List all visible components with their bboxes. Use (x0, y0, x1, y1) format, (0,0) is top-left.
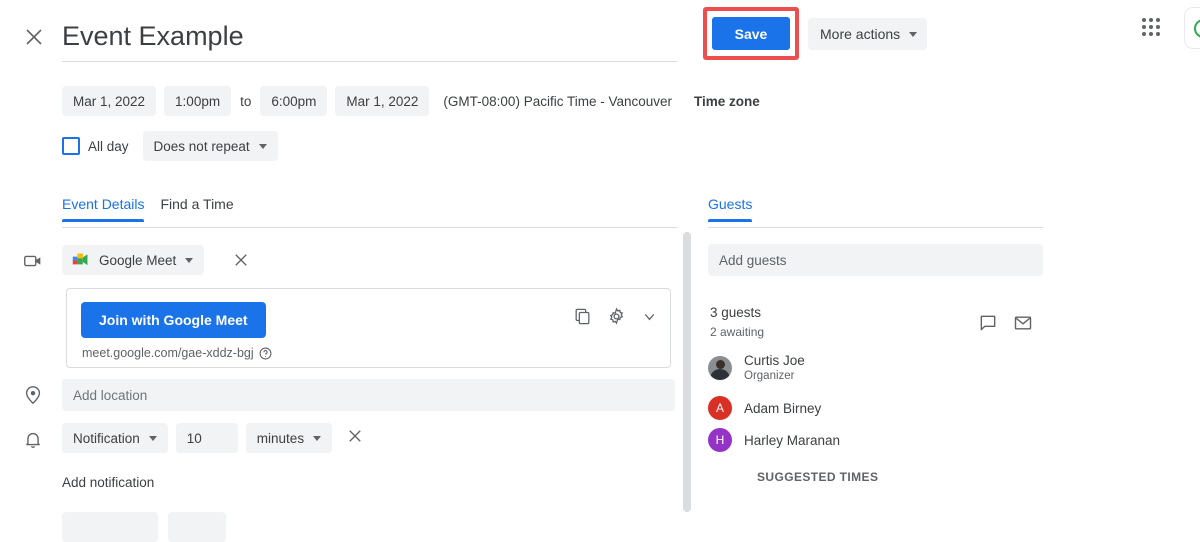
bottom-pill-left[interactable] (62, 512, 158, 542)
chevron-down-icon (313, 435, 322, 441)
right-tabs: Guests (708, 196, 753, 222)
help-circle-icon[interactable] (259, 347, 272, 360)
more-actions-button[interactable]: More actions (808, 18, 928, 50)
guest-awaiting-label: 2 awaiting (710, 325, 765, 339)
remove-notification-button[interactable] (346, 427, 364, 450)
recurrence-select[interactable]: Does not repeat (142, 131, 278, 161)
end-time-field[interactable]: 6:00pm (260, 86, 328, 116)
notification-amount-input[interactable] (175, 423, 238, 453)
apps-grid-icon[interactable] (1140, 16, 1162, 38)
avatar: A (708, 396, 732, 420)
guest-header-actions (978, 313, 1033, 333)
chevron-down-icon[interactable] (641, 308, 658, 325)
end-date-field[interactable]: Mar 1, 2022 (335, 86, 430, 116)
guest-name: Harley Maranan (744, 432, 841, 448)
conference-provider-select[interactable]: Google Meet (62, 245, 205, 275)
event-title-input[interactable]: Event Example (62, 18, 677, 62)
to-label: to (240, 93, 252, 109)
meet-link-row: meet.google.com/gae-xddz-bgj (82, 346, 272, 360)
copy-icon[interactable] (573, 307, 592, 326)
timezone-button[interactable]: Time zone (694, 94, 760, 109)
start-time-field[interactable]: 1:00pm (164, 86, 232, 116)
chevron-down-icon (185, 257, 194, 263)
left-panel-scrollbar[interactable] (683, 232, 691, 512)
guest-name: Adam Birney (744, 400, 822, 416)
allday-row: All day Does not repeat (62, 131, 278, 161)
conference-provider-label: Google Meet (99, 252, 177, 268)
notification-type-select[interactable]: Notification (62, 423, 168, 453)
guest-count-label: 3 guests (710, 305, 762, 320)
meet-details-card: Join with Google Meet meet.google.com/ga… (66, 288, 671, 368)
bottom-pill-right[interactable] (168, 512, 226, 542)
left-tabs: Event Details Find a Time (62, 196, 234, 222)
tab-find-a-time[interactable]: Find a Time (160, 196, 233, 222)
notification-unit-select[interactable]: minutes (245, 423, 333, 453)
more-actions-label: More actions (820, 26, 901, 42)
avatar-initial: A (715, 401, 724, 415)
location-input[interactable] (62, 379, 675, 411)
datetime-row: Mar 1, 2022 1:00pm to 6:00pm Mar 1, 2022… (62, 86, 760, 116)
chevron-down-icon (258, 143, 267, 149)
close-icon[interactable] (22, 25, 46, 49)
video-camera-icon (22, 250, 44, 272)
event-title-wrap: Event Example (62, 18, 677, 62)
account-avatar[interactable] (1184, 7, 1200, 49)
guest-list-item[interactable]: H Harley Maranan (708, 425, 1043, 455)
all-day-label: All day (88, 138, 129, 154)
envelope-icon[interactable] (1013, 313, 1033, 333)
guest-list-item[interactable]: A Adam Birney (708, 393, 1043, 423)
meet-link-text[interactable]: meet.google.com/gae-xddz-bgj (82, 346, 254, 360)
tab-event-details[interactable]: Event Details (62, 196, 145, 222)
add-notification-button[interactable]: Add notification (62, 475, 154, 490)
event-header: Event Example Save More actions (0, 0, 1200, 72)
remove-conference-button[interactable] (232, 251, 250, 269)
avatar-ring-icon (1194, 19, 1200, 38)
notification-type-label: Notification (73, 430, 140, 446)
guest-name: Curtis Joe (744, 353, 805, 368)
all-day-checkbox[interactable] (62, 137, 80, 155)
meet-card-actions (573, 307, 658, 326)
location-pin-icon (22, 384, 44, 406)
add-guests-input[interactable] (708, 244, 1043, 276)
notification-row: Notification minutes (62, 423, 364, 453)
right-tabs-divider (708, 227, 1043, 228)
guest-list-item[interactable]: Curtis Joe Organizer (708, 353, 1043, 383)
suggested-times-button[interactable]: SUGGESTED TIMES (757, 470, 878, 484)
avatar-initial: H (715, 433, 725, 447)
guest-role: Organizer (744, 370, 795, 382)
avatar: H (708, 428, 732, 452)
google-meet-logo (72, 253, 88, 265)
avatar (708, 356, 732, 380)
bell-icon (22, 428, 44, 450)
gear-icon[interactable] (607, 307, 626, 326)
chevron-down-icon (909, 31, 918, 37)
recurrence-label: Does not repeat (153, 138, 250, 154)
save-button[interactable]: Save (710, 15, 792, 52)
left-tabs-divider (62, 227, 677, 228)
tab-guests[interactable]: Guests (708, 196, 753, 222)
notification-unit-label: minutes (256, 430, 305, 446)
start-date-field[interactable]: Mar 1, 2022 (62, 86, 157, 116)
chevron-down-icon (148, 435, 157, 441)
timezone-text: (GMT-08:00) Pacific Time - Vancouver (443, 93, 672, 109)
join-meet-button[interactable]: Join with Google Meet (81, 302, 266, 338)
chat-bubble-icon[interactable] (978, 313, 998, 333)
